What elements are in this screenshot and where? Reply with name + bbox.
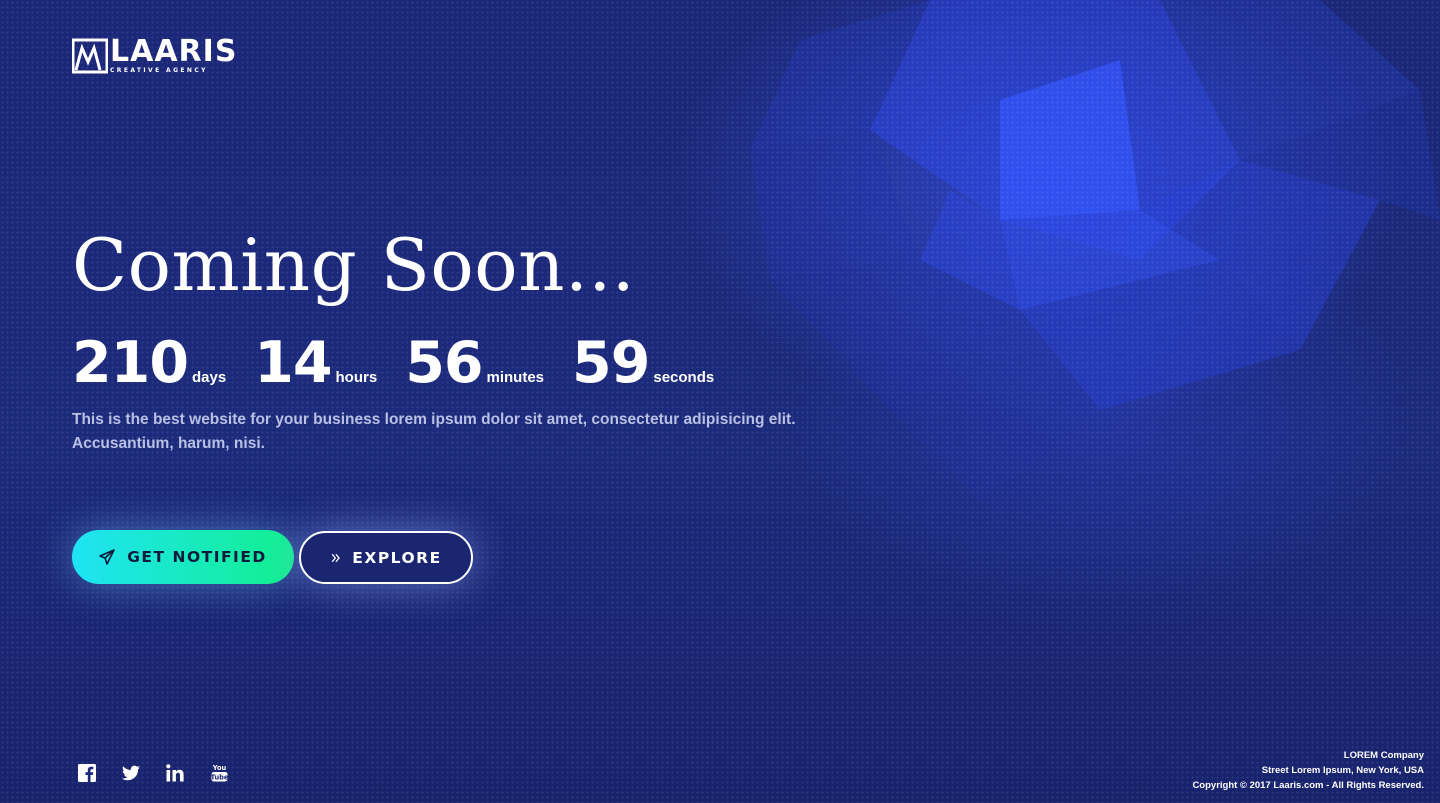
youtube-icon[interactable]: You Tube <box>210 764 228 782</box>
countdown-minutes-value: 56 <box>405 330 483 396</box>
logo-mark-icon <box>72 38 108 74</box>
facebook-icon[interactable] <box>78 764 96 782</box>
countdown-hours: 14 hours <box>254 330 377 396</box>
footer-info: LOREM Company Street Lorem Ipsum, New Yo… <box>1192 749 1424 793</box>
double-chevron-right-icon <box>332 553 341 562</box>
countdown-days-label: days <box>191 369 227 386</box>
logo-wordmark: LAARIS <box>110 34 238 69</box>
get-notified-button[interactable]: GET NOTIFIED <box>72 530 294 584</box>
countdown-days-value: 210 <box>72 330 189 396</box>
cta-buttons: GET NOTIFIED EXPLORE <box>72 530 473 584</box>
footer-copyright: Copyright © 2017 Laaris.com - All Rights… <box>1192 779 1424 791</box>
countdown-hours-value: 14 <box>254 330 332 396</box>
svg-text:Tube: Tube <box>211 774 228 782</box>
countdown-days: 210 days <box>72 330 226 396</box>
get-notified-label: GET NOTIFIED <box>127 548 267 566</box>
explore-label: EXPLORE <box>352 548 442 567</box>
paper-plane-icon <box>99 549 116 565</box>
countdown-hours-label: hours <box>335 369 378 386</box>
social-links: You Tube <box>78 764 254 782</box>
logo[interactable]: LAARIS CREATIVE AGENCY <box>72 34 238 74</box>
countdown-minutes-label: minutes <box>486 369 545 386</box>
countdown-minutes: 56 minutes <box>405 330 544 396</box>
countdown: 210 days 14 hours 56 minutes 59 seconds <box>72 330 742 396</box>
footer-company: LOREM Company <box>1343 750 1424 761</box>
twitter-icon[interactable] <box>122 764 140 782</box>
explore-button[interactable]: EXPLORE <box>299 531 473 584</box>
countdown-seconds: 59 seconds <box>572 330 714 396</box>
page-title: Coming Soon... <box>72 223 636 307</box>
svg-text:You: You <box>211 764 226 772</box>
polygon-background-art <box>750 0 1440 500</box>
hero-description: This is the best website for your busine… <box>72 411 796 452</box>
linkedin-icon[interactable] <box>166 764 184 782</box>
countdown-seconds-label: seconds <box>653 369 715 386</box>
footer-address: Street Lorem Ipsum, New York, USA <box>1261 764 1424 776</box>
countdown-seconds-value: 59 <box>572 330 650 396</box>
logo-tagline: CREATIVE AGENCY <box>110 67 208 74</box>
